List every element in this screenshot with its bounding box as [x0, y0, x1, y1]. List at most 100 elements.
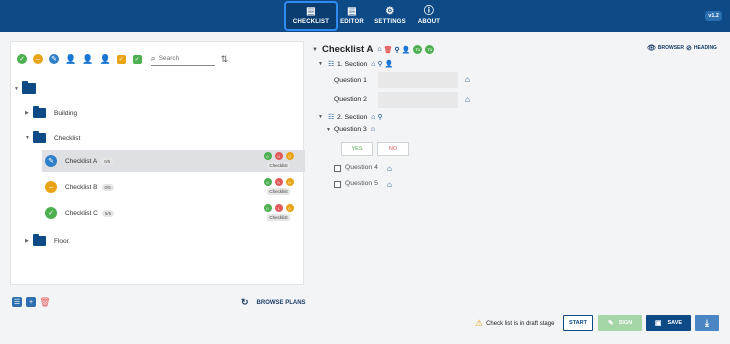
save-icon: ▣ — [654, 320, 662, 327]
user-check-icon[interactable]: 👤 — [65, 54, 76, 64]
save-button[interactable]: ▣ SAVE — [646, 315, 691, 331]
item-counters: 0 1 0 Checklist — [262, 204, 295, 221]
tree-item-checklist-a[interactable]: ✎ Checklist A 0/5 — [45, 155, 114, 167]
search-icon: ⌕ — [150, 53, 156, 63]
no-button[interactable]: NO — [377, 142, 409, 156]
user-add-icon[interactable]: 👤 — [99, 54, 110, 64]
nav-settings[interactable]: ⚙ SETTINGS — [372, 1, 408, 31]
chevron-right-icon[interactable]: ▶ — [25, 110, 33, 116]
browse-plans-button[interactable]: ↻ BROWSE PLANS — [241, 297, 306, 308]
delete-icon[interactable]: 🗑 — [39, 297, 50, 307]
tree-actions: ☰ + 🗑 — [12, 297, 54, 307]
tree-folder-floor[interactable]: ▶ Floor — [25, 234, 69, 246]
home-icon[interactable]: ⌂ — [387, 180, 392, 189]
folder-icon — [33, 131, 46, 143]
browser-toggle[interactable]: BROWSER — [658, 45, 684, 51]
delete-icon[interactable]: 🗑 — [384, 46, 393, 54]
list-icon: ☷ — [327, 61, 335, 68]
question-5-label: Question 5 — [345, 180, 378, 187]
view-options: 👁 BROWSER ⊘ HEADING — [647, 44, 719, 52]
counter-pending: 0 — [285, 152, 294, 160]
chevron-down-icon[interactable]: ▼ — [318, 61, 323, 67]
counter-done: 0 — [263, 152, 272, 160]
refresh-icon: ↻ — [241, 297, 249, 307]
search-box: ⌕ — [150, 52, 215, 66]
folder-icon — [33, 234, 46, 246]
filter-edit-icon[interactable]: ✎ — [49, 54, 59, 64]
sort-icon[interactable]: ⇅ — [221, 54, 229, 65]
sign-button[interactable]: ✎ SIGN — [598, 315, 642, 331]
question-1-input[interactable] — [378, 72, 458, 88]
home-icon[interactable]: ⌂ — [371, 114, 375, 121]
warning-icon: ⚠ — [475, 318, 484, 328]
tree-root[interactable]: ▼ — [14, 81, 43, 94]
progress-badge: 5/5 — [101, 209, 115, 217]
tree-folder-building[interactable]: ▶ Building — [25, 106, 77, 118]
tree-item-checklist-c[interactable]: ✓ Checklist C 5/5 — [45, 207, 115, 219]
chevron-down-icon[interactable]: ▼ — [318, 114, 323, 120]
counter-failed: 1 — [274, 204, 283, 212]
version-badge: v1.2 — [705, 11, 722, 21]
chevron-down-icon[interactable]: ▼ — [312, 47, 318, 53]
nav-editor[interactable]: ▤ EDITOR — [338, 1, 366, 31]
home-icon[interactable]: ⌂ — [377, 46, 381, 53]
chevron-right-icon[interactable]: ▶ — [25, 238, 33, 244]
add-user-icon[interactable]: 👤 — [385, 60, 394, 68]
add-folder-icon[interactable]: + — [26, 297, 36, 307]
home-icon[interactable]: ⌂ — [371, 61, 375, 68]
progress-badge: 0/5 — [101, 183, 114, 191]
counter-done: 0 — [263, 204, 272, 212]
question-4-checkbox[interactable] — [334, 165, 341, 172]
item-counters: 0 0 0 Checklist — [262, 152, 295, 169]
add-user-icon[interactable]: 👤 — [402, 46, 411, 54]
section-1-header[interactable]: ▼ ☷ 1. Section ⌂ ⚲ 👤 — [318, 60, 394, 69]
home-icon[interactable]: ⌂ — [465, 75, 470, 84]
start-button[interactable]: START — [563, 315, 593, 331]
question-5-checkbox[interactable] — [334, 181, 341, 188]
top-navigation-bar: ▤ CHECKLIST ▤ EDITOR ⚙ SETTINGS ⓘ ABOUT … — [0, 0, 730, 32]
checklist-icon: ▤ — [306, 6, 316, 17]
nav-checklist[interactable]: ▤ CHECKLIST — [284, 1, 338, 31]
filter-done-icon[interactable]: ✓ — [17, 54, 27, 64]
search-input[interactable] — [158, 55, 207, 62]
info-icon: ⓘ — [423, 6, 435, 17]
tree-panel: ✓ – ✎ 👤 👤 👤 ✓ ✓ ⌕ ⇅ ▼ ▶ Building ▼ Check… — [10, 41, 305, 285]
done-status-icon: ✓ — [45, 207, 57, 219]
counter-pending: 0 — [285, 178, 294, 186]
home-icon[interactable]: ⌂ — [387, 164, 392, 173]
counter-pending: 0 — [285, 204, 294, 212]
question-3-header[interactable]: ▼ Question 3 ⌂ — [326, 126, 375, 133]
tree-folder-checklist[interactable]: ▼ Checklist — [25, 131, 80, 143]
location-icon[interactable]: ⚲ — [378, 60, 383, 68]
nav-about[interactable]: ⓘ ABOUT — [414, 1, 444, 31]
page-title: Checklist A — [321, 44, 374, 55]
user-pending-icon[interactable]: 👤 — [82, 54, 93, 64]
tree-item-checklist-b[interactable]: – Checklist B 0/5 — [45, 181, 114, 193]
chevron-down-icon[interactable]: ▼ — [25, 135, 33, 141]
gear-icon: ⚙ — [385, 6, 395, 17]
download-button[interactable]: ⤓ — [695, 315, 719, 331]
chevron-down-icon[interactable]: ▼ — [326, 127, 331, 133]
item-counters: 0 0 0 Checklist — [262, 178, 295, 195]
draft-status-note: ⚠ Check list is in draft stage — [475, 318, 555, 328]
question-1-label: Question 1 — [334, 77, 367, 84]
checkbox-green-icon[interactable]: ✓ — [132, 54, 142, 64]
home-icon[interactable]: ⌂ — [371, 126, 375, 133]
eye-icon[interactable]: 👁 — [647, 44, 656, 52]
location-icon[interactable]: ⚲ — [394, 46, 399, 54]
avatar: T1 — [425, 45, 435, 54]
heading-toggle[interactable]: HEADING — [694, 45, 717, 51]
counter-done: 0 — [263, 178, 272, 186]
section-2-header[interactable]: ▼ ☷ 2. Section ⌂ ⚲ — [318, 113, 383, 122]
question-4-label: Question 4 — [345, 164, 378, 171]
question-2-label: Question 2 — [334, 96, 367, 103]
yes-button[interactable]: YES — [341, 142, 373, 156]
add-checklist-icon[interactable]: ☰ — [12, 297, 22, 307]
location-icon[interactable]: ⚲ — [378, 113, 383, 121]
home-icon[interactable]: ⌂ — [465, 95, 470, 104]
checkbox-orange-icon[interactable]: ✓ — [116, 54, 126, 64]
eye-off-icon[interactable]: ⊘ — [686, 44, 692, 52]
filter-pending-icon[interactable]: – — [33, 54, 43, 64]
question-2-input[interactable] — [378, 92, 458, 108]
chevron-down-icon[interactable]: ▼ — [14, 86, 22, 92]
